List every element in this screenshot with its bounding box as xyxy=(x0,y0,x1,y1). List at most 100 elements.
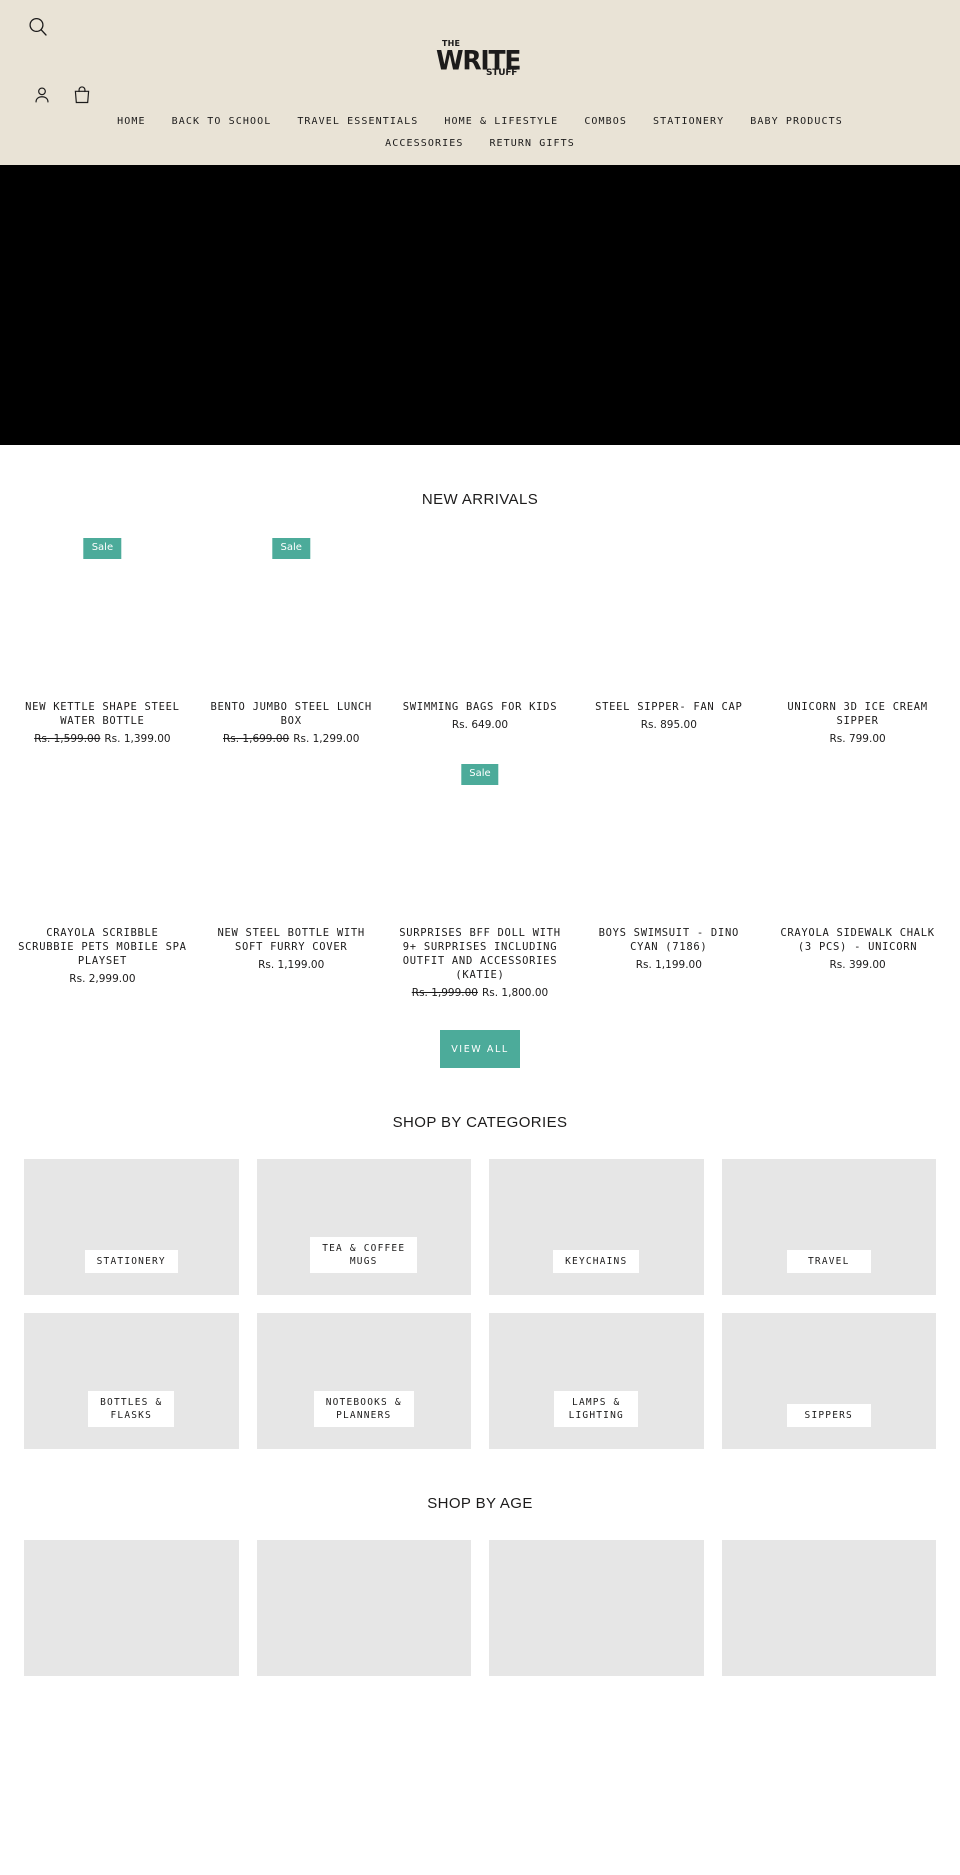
product-title: SWIMMING BAGS FOR KIDS xyxy=(402,701,558,713)
product-price: Rs. 1,999.00 Rs. 1,800.00 xyxy=(394,986,567,1000)
nav-item-stationery[interactable]: STATIONERY xyxy=(653,116,724,127)
product-price: Rs. 799.00 xyxy=(771,732,944,746)
product-image: Sale xyxy=(204,532,378,692)
product-image xyxy=(582,532,756,692)
category-tile[interactable]: SIPPERS xyxy=(721,1313,936,1449)
ages-section: SHOP BY AGE xyxy=(0,1449,960,1676)
logo-stuff: STUFF xyxy=(486,68,518,78)
categories-title: SHOP BY CATEGORIES xyxy=(392,1114,568,1131)
nav-item-home-lifestyle[interactable]: HOME & LIFESTYLE xyxy=(444,116,558,127)
product-image xyxy=(771,532,944,692)
categories-section: SHOP BY CATEGORIES STATIONERY TEA & COFF… xyxy=(0,1068,960,1449)
product-image: Sale xyxy=(393,758,567,918)
category-label: NOTEBOOKS & PLANNERS xyxy=(313,1391,414,1427)
category-grid: STATIONERY TEA & COFFEE MUGS KEYCHAINS T… xyxy=(0,1159,960,1449)
product-card[interactable]: BOYS SWIMSUIT - DINO CYAN (7186) Rs. 1,1… xyxy=(574,758,763,1000)
category-tile[interactable]: TRAVEL xyxy=(721,1159,936,1295)
product-title: CRAYOLA SIDEWALK CHALK (3 PCS) - UNICORN xyxy=(780,927,935,953)
price-current: Rs. 649.00 xyxy=(451,719,509,731)
product-title: UNICORN 3D ICE CREAM SIPPER xyxy=(787,701,928,727)
main-navigation: HOME BACK TO SCHOOL TRAVEL ESSENTIALS HO… xyxy=(0,110,960,154)
price-original: Rs. 1,999.00 xyxy=(411,987,478,999)
category-label: KEYCHAINS xyxy=(553,1250,640,1273)
product-card[interactable]: STEEL SIPPER- FAN CAP Rs. 895.00 xyxy=(574,532,763,746)
nav-item-combos[interactable]: COMBOS xyxy=(584,116,627,127)
nav-item-home[interactable]: HOME xyxy=(117,116,145,127)
hero-banner[interactable] xyxy=(0,165,960,445)
product-price: Rs. 649.00 xyxy=(394,718,567,732)
price-current: Rs. 799.00 xyxy=(829,733,886,745)
account-icon[interactable] xyxy=(31,84,53,106)
category-tile[interactable]: LAMPS & LIGHTING xyxy=(489,1313,704,1449)
product-card[interactable]: CRAYOLA SIDEWALK CHALK (3 PCS) - UNICORN… xyxy=(763,758,952,1000)
product-image xyxy=(393,532,567,692)
product-price: Rs. 1,699.00 Rs. 1,299.00 xyxy=(205,732,378,746)
product-price: Rs. 399.00 xyxy=(771,958,944,972)
product-title: BENTO JUMBO STEEL LUNCH BOX xyxy=(210,701,372,727)
site-logo[interactable]: THE WRITE STUFF xyxy=(0,40,960,80)
category-tile[interactable]: STATIONERY xyxy=(24,1159,239,1295)
nav-row-primary: HOME BACK TO SCHOOL TRAVEL ESSENTIALS HO… xyxy=(0,110,960,132)
product-image xyxy=(771,758,944,918)
category-label: STATIONERY xyxy=(84,1250,178,1273)
product-title: BOYS SWIMSUIT - DINO CYAN (7186) xyxy=(598,927,739,953)
product-image xyxy=(582,758,756,918)
age-tile[interactable] xyxy=(256,1540,471,1676)
price-current: Rs. 1,800.00 xyxy=(481,987,549,999)
nav-item-return-gifts[interactable]: RETURN GIFTS xyxy=(489,138,574,149)
category-label: TRAVEL xyxy=(786,1250,871,1273)
nav-item-baby-products[interactable]: BABY PRODUCTS xyxy=(750,116,843,127)
product-price: Rs. 1,199.00 xyxy=(582,958,755,972)
nav-row-secondary: ACCESSORIES RETURN GIFTS xyxy=(0,132,960,154)
product-card[interactable]: NEW STEEL BOTTLE WITH SOFT FURRY COVER R… xyxy=(197,758,386,1000)
price-current: Rs. 1,199.00 xyxy=(258,959,325,971)
category-label: TEA & COFFEE MUGS xyxy=(310,1237,418,1273)
product-image: Sale xyxy=(16,532,189,692)
product-price: Rs. 895.00 xyxy=(582,718,755,732)
category-label: SIPPERS xyxy=(786,1404,871,1427)
category-tile[interactable]: KEYCHAINS xyxy=(489,1159,704,1295)
new-arrivals-title: NEW ARRIVALS xyxy=(421,491,539,508)
search-icon[interactable] xyxy=(26,15,50,39)
new-arrivals-section: NEW ARRIVALS Sale NEW KETTLE SHAPE STEEL… xyxy=(0,445,960,1068)
cart-bag-icon[interactable] xyxy=(71,84,93,106)
sale-badge: Sale xyxy=(272,538,310,559)
price-current: Rs. 2,999.00 xyxy=(69,973,136,985)
category-label: LAMPS & LIGHTING xyxy=(554,1391,639,1427)
price-original: Rs. 1,699.00 xyxy=(222,733,290,745)
product-price: Rs. 1,599.00 Rs. 1,399.00 xyxy=(16,732,189,746)
sale-badge: Sale xyxy=(461,764,499,785)
product-card[interactable]: SWIMMING BAGS FOR KIDS Rs. 649.00 xyxy=(386,532,575,746)
product-card[interactable]: Sale NEW KETTLE SHAPE STEEL WATER BOTTLE… xyxy=(8,532,197,746)
nav-item-travel-essentials[interactable]: TRAVEL ESSENTIALS xyxy=(297,116,418,127)
product-card[interactable]: Sale SURPRISES BFF DOLL WITH 9+ SURPRISE… xyxy=(386,758,575,1000)
price-current: Rs. 1,199.00 xyxy=(635,959,702,971)
product-title: STEEL SIPPER- FAN CAP xyxy=(595,701,743,713)
price-current: Rs. 895.00 xyxy=(640,719,697,731)
ages-title: SHOP BY AGE xyxy=(427,1495,533,1512)
nav-item-accessories[interactable]: ACCESSORIES xyxy=(385,138,463,149)
product-title: NEW STEEL BOTTLE WITH SOFT FURRY COVER xyxy=(217,927,365,953)
product-grid-row-2: CRAYOLA SCRIBBLE SCRUBBIE PETS MOBILE SP… xyxy=(0,758,960,1000)
product-price: Rs. 1,199.00 xyxy=(205,958,378,972)
site-header: THE WRITE STUFF HOME BACK TO SCHOOL TRAV… xyxy=(0,0,960,165)
category-tile[interactable]: BOTTLES & FLASKS xyxy=(24,1313,239,1449)
price-current: Rs. 1,399.00 xyxy=(104,733,171,745)
product-card[interactable]: CRAYOLA SCRIBBLE SCRUBBIE PETS MOBILE SP… xyxy=(8,758,197,1000)
category-tile[interactable]: NOTEBOOKS & PLANNERS xyxy=(256,1313,471,1449)
product-image xyxy=(204,758,378,918)
category-tile[interactable]: TEA & COFFEE MUGS xyxy=(256,1159,471,1295)
product-card[interactable]: Sale BENTO JUMBO STEEL LUNCH BOX Rs. 1,6… xyxy=(197,532,386,746)
age-tile[interactable] xyxy=(24,1540,239,1676)
product-title: SURPRISES BFF DOLL WITH 9+ SURPRISES INC… xyxy=(399,927,561,981)
header-actions xyxy=(31,84,93,106)
age-tile[interactable] xyxy=(721,1540,936,1676)
logo-mark: THE WRITE STUFF xyxy=(436,40,524,80)
view-all-button[interactable]: VIEW ALL xyxy=(440,1030,520,1068)
category-label: BOTTLES & FLASKS xyxy=(88,1391,175,1427)
nav-item-back-to-school[interactable]: BACK TO SCHOOL xyxy=(172,116,272,127)
product-card[interactable]: UNICORN 3D ICE CREAM SIPPER Rs. 799.00 xyxy=(763,532,952,746)
price-current: Rs. 399.00 xyxy=(829,959,886,971)
product-grid-row-1: Sale NEW KETTLE SHAPE STEEL WATER BOTTLE… xyxy=(0,532,960,746)
age-tile[interactable] xyxy=(489,1540,704,1676)
